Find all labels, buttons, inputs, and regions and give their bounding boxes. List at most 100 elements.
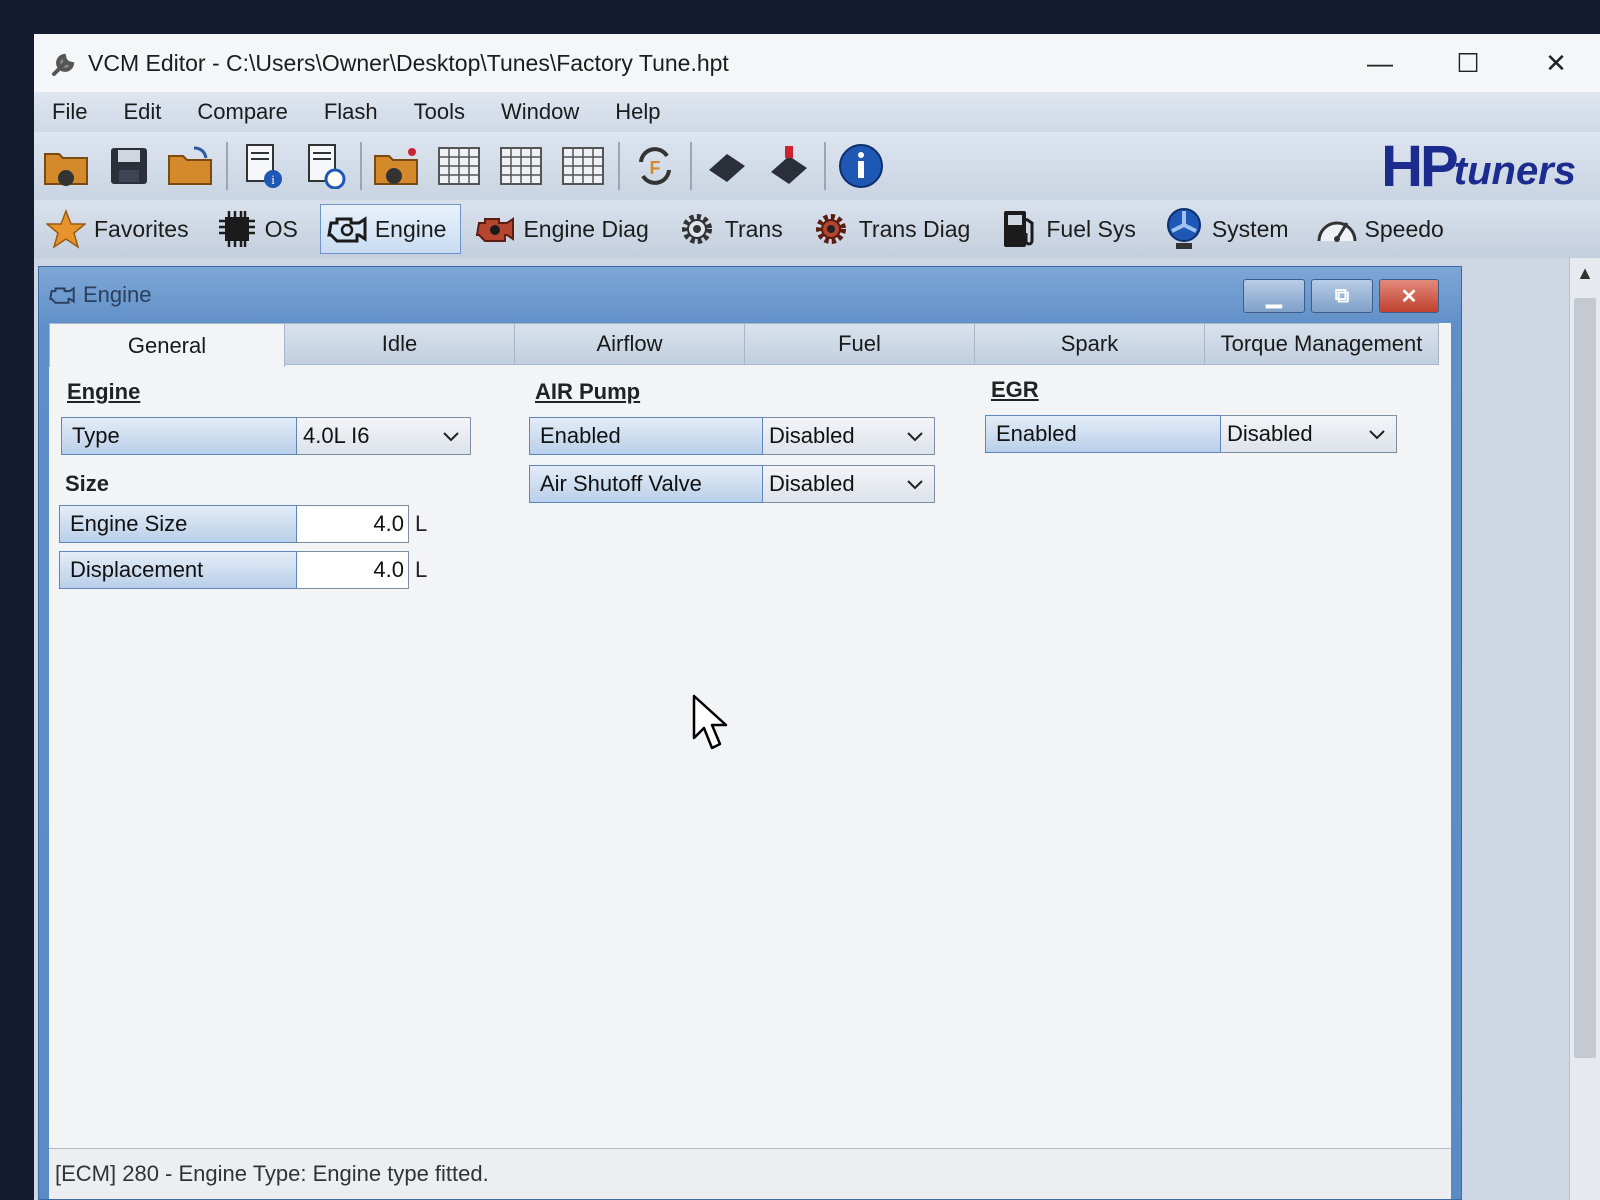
- category-trans-diag[interactable]: Trans Diag: [805, 204, 985, 254]
- menu-bar: File Edit Compare Flash Tools Window Hel…: [34, 92, 1600, 132]
- engine-size-unit: L: [415, 511, 428, 536]
- category-engine-diag[interactable]: Engine Diag: [469, 204, 662, 254]
- wrench-icon: [48, 46, 82, 80]
- chevron-down-icon: [906, 471, 924, 497]
- maximize-button[interactable]: ☐: [1424, 34, 1512, 92]
- scroll-up-icon[interactable]: ▲: [1570, 258, 1600, 288]
- engine-panel: General Idle Airflow Fuel Spark Torque M…: [49, 323, 1451, 1199]
- mouse-pointer-icon: [692, 694, 730, 757]
- save-icon[interactable]: [100, 139, 158, 193]
- menu-help[interactable]: Help: [597, 99, 678, 125]
- tab-general[interactable]: General: [49, 323, 285, 367]
- engine-child-window: Engine ▁ ⧉ ✕ General Idle Airflow Fuel S…: [38, 266, 1462, 1200]
- engine-icon: [325, 207, 369, 251]
- air-pump-enabled-label: Enabled: [529, 417, 763, 455]
- engine-type-row: Type 4.0L I6: [61, 417, 471, 455]
- displacement-label: Displacement: [59, 551, 297, 589]
- window-title: VCM Editor - C:\Users\Owner\Desktop\Tune…: [88, 49, 729, 76]
- displacement-input[interactable]: 4.0: [297, 551, 409, 589]
- info-icon[interactable]: [832, 139, 890, 193]
- engine-size-input[interactable]: 4.0: [297, 505, 409, 543]
- child-minimize-button[interactable]: ▁: [1243, 279, 1305, 313]
- menu-file[interactable]: File: [34, 99, 105, 125]
- air-pump-heading: AIR Pump: [535, 379, 641, 404]
- toolbar: i F: [34, 132, 1600, 200]
- menu-window[interactable]: Window: [483, 99, 597, 125]
- category-engine[interactable]: Engine: [319, 204, 462, 254]
- displacement-unit: L: [415, 557, 428, 582]
- minimize-button[interactable]: —: [1336, 34, 1424, 92]
- engine-heading: Engine: [67, 379, 141, 404]
- close-button[interactable]: ✕: [1512, 34, 1600, 92]
- air-pump-enabled-row: Enabled Disabled: [529, 417, 935, 455]
- fuel-pump-icon: [996, 207, 1040, 251]
- air-shutoff-label: Air Shutoff Valve: [529, 465, 763, 503]
- child-restore-button[interactable]: ⧉: [1311, 279, 1373, 313]
- egr-heading: EGR: [991, 377, 1039, 402]
- engine-size-row: Engine Size 4.0 L: [59, 505, 427, 543]
- engine-type-label: Type: [61, 417, 297, 455]
- file-info-icon[interactable]: i: [234, 139, 292, 193]
- air-shutoff-row: Air Shutoff Valve Disabled: [529, 465, 935, 503]
- child-title: Engine: [83, 282, 152, 307]
- child-close-button[interactable]: ✕: [1379, 279, 1439, 313]
- status-bar: [ECM] 280 - Engine Type: Engine type fit…: [49, 1148, 1451, 1199]
- tab-idle[interactable]: Idle: [285, 323, 515, 365]
- workspace-scrollbar[interactable]: ▲: [1569, 258, 1600, 1200]
- category-os[interactable]: OS: [211, 204, 312, 254]
- engine-size-label: Engine Size: [59, 505, 297, 543]
- read-chip-icon[interactable]: [698, 139, 756, 193]
- file-history-icon[interactable]: [296, 139, 354, 193]
- tab-spark[interactable]: Spark: [975, 323, 1205, 365]
- hptuners-logo: HP tuners: [1381, 134, 1576, 199]
- menu-flash[interactable]: Flash: [306, 99, 396, 125]
- menu-tools[interactable]: Tools: [396, 99, 483, 125]
- status-text: [ECM] 280 - Engine Type: Engine type fit…: [55, 1161, 489, 1186]
- child-title-bar: Engine: [47, 275, 152, 315]
- air-pump-enabled-select[interactable]: Disabled: [763, 417, 935, 455]
- svg-text:i: i: [271, 172, 275, 187]
- fan-icon: [1162, 207, 1206, 251]
- chip-icon: [215, 207, 259, 251]
- chevron-down-icon: [442, 423, 460, 449]
- open-recent-icon[interactable]: [162, 139, 220, 193]
- table-icon[interactable]: [430, 139, 488, 193]
- category-speedo[interactable]: Speedo: [1311, 204, 1458, 254]
- size-heading: Size: [65, 471, 110, 496]
- engine-type-select[interactable]: 4.0L I6: [297, 417, 471, 455]
- displacement-row: Displacement 4.0 L: [59, 551, 427, 589]
- gear-icon: [675, 207, 719, 251]
- egr-enabled-select[interactable]: Disabled: [1221, 415, 1397, 453]
- table-compare-icon[interactable]: [492, 139, 550, 193]
- title-bar: VCM Editor - C:\Users\Owner\Desktop\Tune…: [34, 34, 1600, 92]
- egr-enabled-row: Enabled Disabled: [985, 415, 1397, 453]
- compare-swap-icon[interactable]: F: [626, 139, 684, 193]
- table-diff-icon[interactable]: [554, 139, 612, 193]
- open-folder-icon[interactable]: [38, 139, 96, 193]
- category-bar: Favorites OS Engine Engine Diag Trans Tr…: [34, 200, 1600, 259]
- chevron-down-icon: [1368, 421, 1386, 447]
- svg-text:F: F: [650, 158, 661, 178]
- speedometer-icon: [1315, 207, 1359, 251]
- tab-airflow[interactable]: Airflow: [515, 323, 745, 365]
- egr-enabled-label: Enabled: [985, 415, 1221, 453]
- gear-diag-icon: [809, 207, 853, 251]
- tab-fuel[interactable]: Fuel: [745, 323, 975, 365]
- engine-tabs: General Idle Airflow Fuel Spark Torque M…: [49, 323, 1451, 367]
- category-favorites[interactable]: Favorites: [40, 204, 203, 254]
- menu-edit[interactable]: Edit: [105, 99, 179, 125]
- menu-compare[interactable]: Compare: [179, 99, 305, 125]
- category-fuel-sys[interactable]: Fuel Sys: [992, 204, 1149, 254]
- category-trans[interactable]: Trans: [671, 204, 797, 254]
- open-compare-icon[interactable]: [368, 139, 426, 193]
- chevron-down-icon: [906, 423, 924, 449]
- vcm-editor-window: VCM Editor - C:\Users\Owner\Desktop\Tune…: [34, 34, 1600, 1200]
- scroll-thumb[interactable]: [1574, 298, 1596, 1058]
- tab-torque-management[interactable]: Torque Management: [1205, 323, 1439, 365]
- engine-icon: [47, 280, 77, 310]
- air-shutoff-select[interactable]: Disabled: [763, 465, 935, 503]
- category-system[interactable]: System: [1158, 204, 1303, 254]
- write-chip-icon[interactable]: [760, 139, 818, 193]
- engine-diag-icon: [473, 207, 517, 251]
- star-icon: [44, 207, 88, 251]
